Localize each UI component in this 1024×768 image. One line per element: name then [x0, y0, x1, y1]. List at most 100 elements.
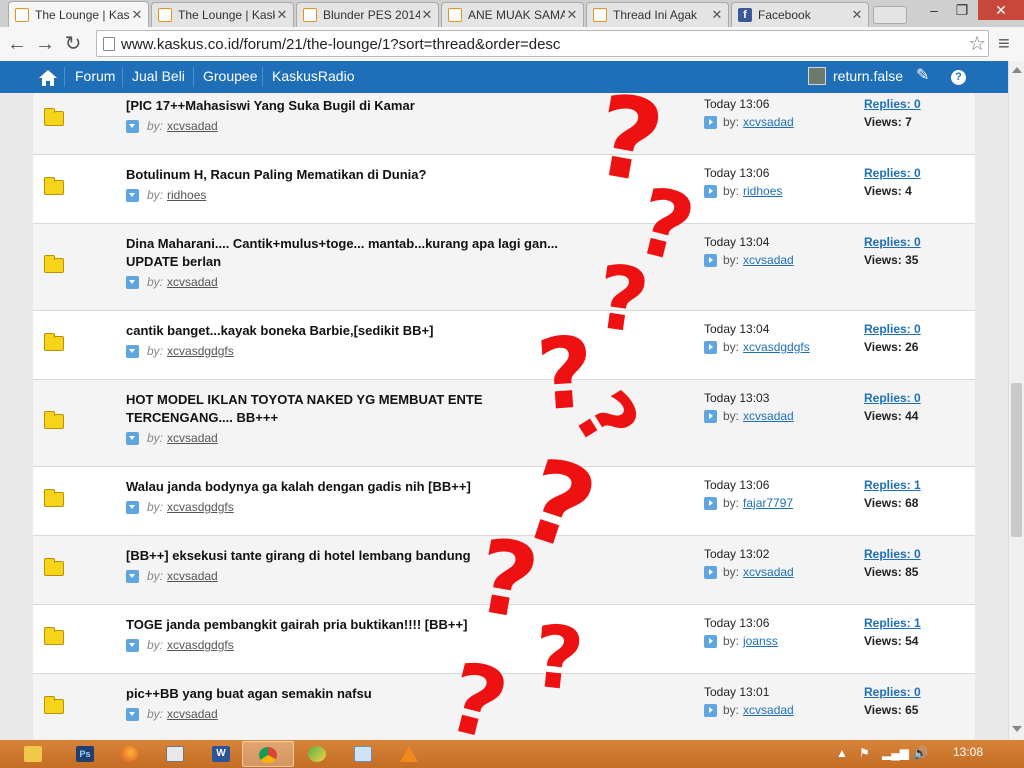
goto-last-post-icon[interactable] — [704, 497, 717, 511]
replies-link[interactable]: Replies: 0 — [864, 166, 921, 180]
volume-icon[interactable]: 🔊 — [913, 746, 928, 760]
tab-close-icon[interactable]: ✕ — [130, 7, 144, 23]
replies-link[interactable]: Replies: 0 — [864, 97, 921, 111]
dropdown-icon[interactable] — [126, 276, 139, 290]
dropdown-icon[interactable] — [126, 570, 139, 584]
replies-link[interactable]: Replies: 1 — [864, 616, 921, 630]
taskbar-chrome[interactable] — [242, 741, 294, 767]
nav-jual-beli[interactable]: Jual Beli — [132, 61, 185, 93]
tab-blunder-pes[interactable]: Blunder PES 2014 ✕ — [296, 2, 439, 27]
last-author-link[interactable]: fajar7797 — [743, 496, 793, 510]
last-author-link[interactable]: xcvsadad — [743, 565, 794, 579]
tab-close-icon[interactable]: ✕ — [275, 7, 289, 23]
replies-link[interactable]: Replies: 0 — [864, 547, 921, 561]
dropdown-icon[interactable] — [126, 501, 139, 515]
tab-the-lounge-1[interactable]: The Lounge | Kaskus ✕ — [8, 1, 149, 28]
tab-close-icon[interactable]: ✕ — [710, 7, 724, 23]
taskbar-clock[interactable]: 13:08 — [953, 745, 983, 759]
dropdown-icon[interactable] — [126, 120, 139, 134]
scroll-thumb[interactable] — [1011, 383, 1022, 537]
last-author-link[interactable]: ridhoes — [743, 184, 782, 198]
author-link[interactable]: ridhoes — [167, 188, 206, 202]
goto-last-post-icon[interactable] — [704, 116, 717, 130]
tab-ane-muak[interactable]: ANE MUAK SAMA ✕ — [441, 2, 584, 27]
username-link[interactable]: return.false — [833, 61, 903, 93]
nav-forum[interactable]: Forum — [75, 61, 115, 93]
thread-title[interactable]: HOT MODEL IKLAN TOYOTA NAKED YG MEMBUAT … — [126, 391, 576, 427]
last-author-link[interactable]: xcvsadad — [743, 115, 794, 129]
dropdown-icon[interactable] — [126, 708, 139, 722]
author-link[interactable]: xcvsadad — [167, 707, 218, 721]
thread-title[interactable]: cantik banget...kayak boneka Barbie,[sed… — [126, 322, 576, 340]
thread-title[interactable]: TOGE janda pembangkit gairah pria buktik… — [126, 616, 576, 634]
tab-thread-ini-agak[interactable]: Thread Ini Agak ✕ — [586, 2, 729, 27]
tab-facebook[interactable]: f Facebook ✕ — [731, 2, 869, 27]
action-center-flag-icon[interactable]: ⚑ — [859, 746, 870, 760]
last-author-link[interactable]: joanss — [743, 634, 778, 648]
thread-title[interactable]: Walau janda bodynya ga kalah dengan gadi… — [126, 478, 576, 496]
nav-groupee[interactable]: Groupee — [203, 61, 257, 93]
back-button[interactable]: ← — [4, 32, 30, 56]
tab-close-icon[interactable]: ✕ — [850, 7, 864, 23]
reload-button[interactable]: ↻ — [60, 32, 86, 56]
thread-title[interactable]: pic++BB yang buat agan semakin nafsu — [126, 685, 576, 703]
taskbar-photo-viewer[interactable] — [338, 741, 390, 767]
last-author-link[interactable]: xcvsadad — [743, 703, 794, 717]
chrome-menu-button[interactable]: ≡ — [998, 33, 1010, 56]
taskbar-paint[interactable] — [292, 741, 344, 767]
author-link[interactable]: xcvasdgdgfs — [167, 638, 234, 652]
author-link[interactable]: xcvasdgdgfs — [167, 500, 234, 514]
goto-last-post-icon[interactable] — [704, 566, 717, 580]
author-link[interactable]: xcvsadad — [167, 569, 218, 583]
pencil-icon[interactable]: ✎ — [916, 61, 929, 93]
forward-button[interactable]: → — [32, 32, 58, 56]
avatar[interactable] — [808, 67, 826, 85]
thread-title[interactable]: [PIC 17++Mahasiswi Yang Suka Bugil di Ka… — [126, 97, 576, 115]
taskbar-vlc[interactable] — [384, 741, 436, 767]
help-icon[interactable]: ? — [951, 61, 966, 93]
author-link[interactable]: xcvasdgdgfs — [167, 344, 234, 358]
network-icon[interactable]: ▂▄▆ — [882, 746, 909, 760]
replies-link[interactable]: Replies: 0 — [864, 322, 921, 336]
bookmark-star-icon[interactable]: ☆ — [968, 31, 986, 56]
replies-link[interactable]: Replies: 0 — [864, 685, 921, 699]
replies-link[interactable]: Replies: 0 — [864, 391, 921, 405]
goto-last-post-icon[interactable] — [704, 704, 717, 718]
replies-link[interactable]: Replies: 1 — [864, 478, 921, 492]
author-link[interactable]: xcvsadad — [167, 275, 218, 289]
dropdown-icon[interactable] — [126, 432, 139, 446]
goto-last-post-icon[interactable] — [704, 635, 717, 649]
goto-last-post-icon[interactable] — [704, 341, 717, 355]
show-hidden-icons-icon[interactable]: ▲ — [836, 746, 848, 760]
address-bar[interactable]: www.kaskus.co.id/forum/21/the-lounge/1?s… — [96, 30, 989, 57]
scroll-up-arrow-icon[interactable] — [1012, 67, 1022, 73]
goto-last-post-icon[interactable] — [704, 185, 717, 199]
dropdown-icon[interactable] — [126, 189, 139, 203]
author-link[interactable]: xcvsadad — [167, 119, 218, 133]
window-close-button[interactable]: ✕ — [978, 0, 1024, 20]
replies-link[interactable]: Replies: 0 — [864, 235, 921, 249]
taskbar-word[interactable]: W — [196, 741, 248, 767]
nav-kaskusradio[interactable]: KaskusRadio — [272, 61, 355, 93]
maximize-button[interactable]: ❐ — [948, 0, 976, 20]
taskbar-firefox[interactable] — [104, 741, 156, 767]
last-author-link[interactable]: xcvasdgdgfs — [743, 340, 810, 354]
scroll-down-arrow-icon[interactable] — [1012, 726, 1022, 732]
page-scrollbar[interactable] — [1008, 61, 1024, 740]
thread-title[interactable]: Dina Maharani.... Cantik+mulus+toge... m… — [126, 235, 576, 271]
taskbar-file-explorer[interactable] — [8, 741, 60, 767]
tab-close-icon[interactable]: ✕ — [420, 7, 434, 23]
thread-title[interactable]: [BB++] eksekusi tante girang di hotel le… — [126, 547, 576, 565]
tab-the-lounge-2[interactable]: The Lounge | Kaskus ✕ — [151, 2, 294, 27]
author-link[interactable]: xcvsadad — [167, 431, 218, 445]
thread-title[interactable]: Botulinum H, Racun Paling Mematikan di D… — [126, 166, 576, 184]
last-author-link[interactable]: xcvsadad — [743, 253, 794, 267]
dropdown-icon[interactable] — [126, 639, 139, 653]
dropdown-icon[interactable] — [126, 345, 139, 359]
home-icon[interactable] — [38, 62, 58, 94]
taskbar-notepad[interactable] — [150, 741, 202, 767]
tab-close-icon[interactable]: ✕ — [565, 7, 579, 23]
goto-last-post-icon[interactable] — [704, 410, 717, 424]
new-tab-button[interactable] — [873, 6, 907, 24]
minimize-button[interactable]: – — [920, 0, 948, 20]
